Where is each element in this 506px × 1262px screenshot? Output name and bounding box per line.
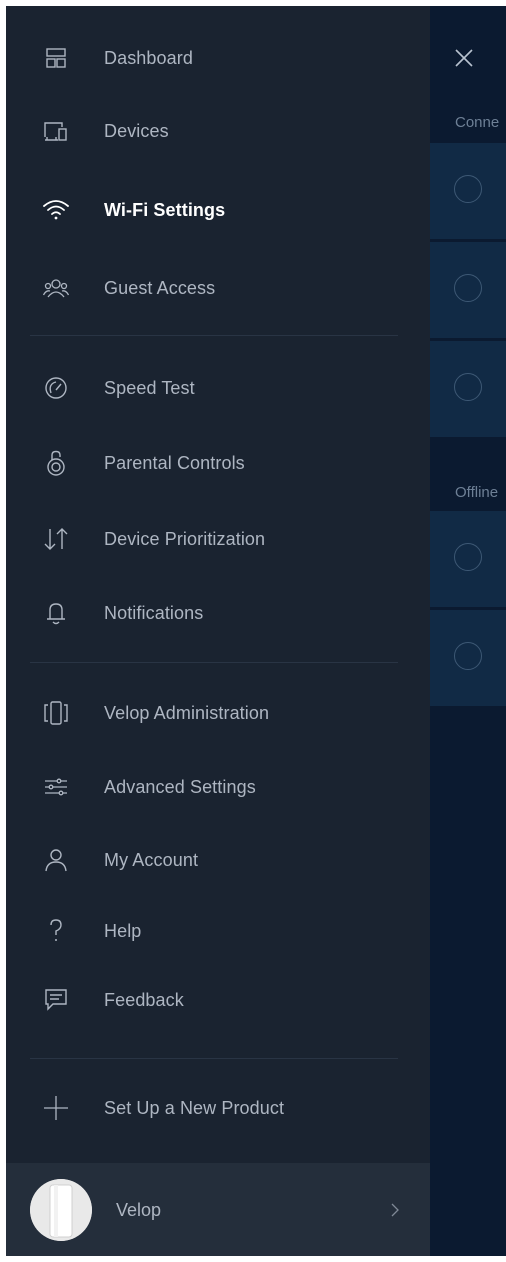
device-row[interactable] <box>430 143 506 239</box>
menu-divider <box>30 1058 398 1059</box>
menu-item-my-account[interactable]: My Account <box>6 833 430 887</box>
menu-item-parental-controls[interactable]: Parental Controls <box>6 436 430 490</box>
lock-icon <box>43 450 69 476</box>
menu-item-speed-test[interactable]: Speed Test <box>6 361 430 415</box>
bell-icon <box>43 600 69 626</box>
user-icon <box>43 847 69 873</box>
app-frame: Conne Offline Dashboard Devices Wi-Fi Se… <box>6 6 506 1256</box>
footer-label: Velop <box>116 1200 162 1220</box>
menu-item-label: Wi-Fi Settings <box>104 200 226 220</box>
menu-item-label: Feedback <box>104 990 184 1010</box>
radio-button[interactable] <box>454 274 482 302</box>
menu-divider <box>30 335 398 336</box>
device-row[interactable] <box>430 610 506 706</box>
radio-button[interactable] <box>454 642 482 670</box>
menu-item-label: Velop Administration <box>104 703 270 723</box>
menu-item-notifications[interactable]: Notifications <box>6 586 430 640</box>
menu-item-help[interactable]: Help <box>6 904 430 958</box>
menu-item-label: Advanced Settings <box>104 777 256 797</box>
device-row[interactable] <box>430 242 506 338</box>
radio-button[interactable] <box>454 543 482 571</box>
velop-node-avatar <box>30 1179 92 1241</box>
guest-access-icon <box>43 275 69 301</box>
menu-item-label: Guest Access <box>104 278 216 298</box>
menu-divider <box>30 662 398 663</box>
menu-item-set-up-new-product[interactable]: Set Up a New Product <box>6 1081 430 1135</box>
wifi-icon <box>43 197 69 223</box>
menu-item-label: Dashboard <box>104 48 193 68</box>
menu-item-guest-access[interactable]: Guest Access <box>6 261 430 315</box>
menu-item-label: Set Up a New Product <box>104 1098 285 1118</box>
menu-item-device-prioritization[interactable]: Device Prioritization <box>6 512 430 566</box>
menu-item-label: My Account <box>104 850 199 870</box>
radio-button[interactable] <box>454 373 482 401</box>
plus-icon <box>43 1095 69 1121</box>
menu-item-label: Speed Test <box>104 378 195 398</box>
close-icon[interactable] <box>454 48 474 68</box>
menu-item-devices[interactable]: Devices <box>6 104 430 158</box>
devices-icon <box>43 118 69 144</box>
sliders-icon <box>43 774 69 800</box>
question-icon <box>43 918 69 944</box>
speedometer-icon <box>43 375 69 401</box>
menu-item-label: Help <box>104 921 142 941</box>
menu-item-dashboard[interactable]: Dashboard <box>6 31 430 85</box>
device-row[interactable] <box>430 341 506 437</box>
menu-item-advanced-settings[interactable]: Advanced Settings <box>6 760 430 814</box>
menu-item-label: Devices <box>104 121 169 141</box>
footer-velop-node[interactable]: Velop <box>6 1163 430 1256</box>
menu-item-label: Notifications <box>104 603 204 623</box>
radio-button[interactable] <box>454 175 482 203</box>
navigation-drawer: Dashboard Devices Wi-Fi Settings Guest A… <box>6 6 430 1256</box>
device-row[interactable] <box>430 511 506 607</box>
chevron-right-icon <box>391 1203 399 1217</box>
background-screen: Conne Offline <box>430 6 506 1256</box>
menu-item-label: Device Prioritization <box>104 529 266 549</box>
arrows-up-down-icon <box>43 526 69 552</box>
menu-item-velop-administration[interactable]: Velop Administration <box>6 686 430 740</box>
menu-item-feedback[interactable]: Feedback <box>6 973 430 1027</box>
dashboard-icon <box>43 45 69 71</box>
node-icon <box>43 700 69 726</box>
offline-section-label: Offline <box>455 484 499 501</box>
chat-icon <box>43 987 69 1013</box>
connected-section-label: Conne <box>455 114 500 131</box>
menu-item-wifi-settings[interactable]: Wi-Fi Settings <box>6 183 430 237</box>
menu-item-label: Parental Controls <box>104 453 245 473</box>
